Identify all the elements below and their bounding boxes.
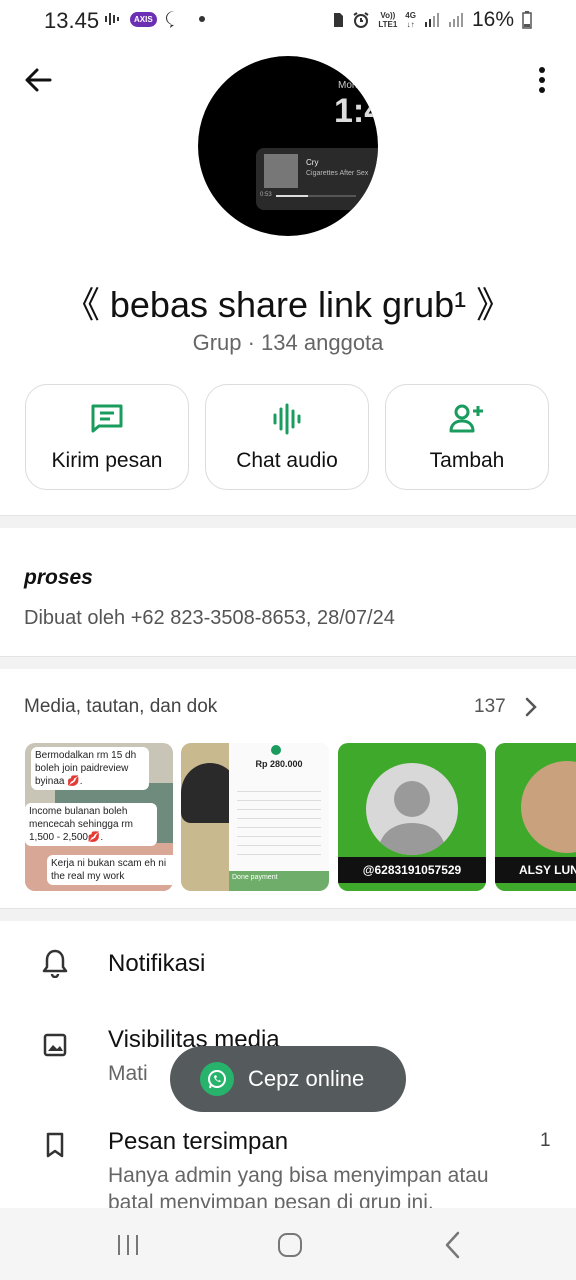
group-avatar[interactable]: Mon 1:4 Cry Cigarettes After Sex 0:53 <box>198 56 378 236</box>
media-visibility-value: Mati <box>108 1062 148 1085</box>
home-button[interactable] <box>270 1228 310 1262</box>
send-message-label: Kirim pesan <box>51 449 163 472</box>
chat-bubble-icon <box>165 11 178 28</box>
saved-messages-count: 1 <box>540 1130 551 1151</box>
sim-icon <box>334 13 344 27</box>
progress-track <box>276 195 356 197</box>
network-4g-label: 4G <box>405 11 416 20</box>
status-notification-icons: AXIS <box>104 10 205 28</box>
thumb-label: ALSY LUN <box>519 863 576 877</box>
section-divider <box>0 656 576 669</box>
status-time: 13.45 <box>44 8 100 33</box>
avatar-song: Cry <box>306 158 319 167</box>
back-nav-icon <box>445 1231 460 1259</box>
system-nav-bar <box>0 1208 576 1280</box>
row-icon-wrap <box>40 948 70 978</box>
media-thumbnail[interactable]: @6283191057529 <box>338 743 486 891</box>
add-member-button[interactable]: Tambah <box>385 384 549 490</box>
row-icon-wrap <box>40 1030 70 1060</box>
recent-apps-icon <box>118 1235 138 1255</box>
media-thumbnail[interactable]: Bermodalkan rm 15 dh boleh join paidrevi… <box>25 743 173 891</box>
thumb-photo <box>521 761 576 853</box>
recent-apps-button[interactable] <box>108 1232 148 1258</box>
thumb-label: @6283191057529 <box>362 863 462 877</box>
progress-fill <box>276 195 308 197</box>
thumb-receipt: Rp 280.000 Done payment <box>229 743 329 891</box>
more-vert-icon <box>539 67 545 93</box>
action-icon-wrap <box>206 403 368 435</box>
bookmark-icon <box>46 1132 64 1158</box>
media-thumbnail[interactable]: Rp 280.000 Done payment <box>181 743 329 891</box>
signal-icon <box>424 13 439 27</box>
volte-label: Vo)) <box>380 11 396 20</box>
notifications-label: Notifikasi <box>108 950 206 977</box>
nav-back-button[interactable] <box>432 1228 472 1262</box>
avatar-artist: Cigarettes After Sex <box>306 170 369 177</box>
avatar-music-card: Cry Cigarettes After Sex 0:53 <box>256 148 378 210</box>
back-button[interactable] <box>18 60 58 100</box>
avatar-lock-time: 1:4 <box>334 92 378 130</box>
home-icon <box>278 1233 302 1257</box>
data-arrows-icon: ↓↑ <box>406 20 415 29</box>
saved-messages-description: Hanya admin yang bisa menyimpan atau bat… <box>108 1164 489 1208</box>
group-name[interactable]: 《 bebas share link grub¹ 》 <box>0 276 576 328</box>
check-icon <box>271 745 281 755</box>
add-person-icon <box>449 404 483 433</box>
message-icon <box>91 404 123 433</box>
whatsapp-icon <box>200 1062 234 1096</box>
media-see-all-button[interactable] <box>524 696 538 723</box>
carrier-badge: AXIS <box>130 11 157 27</box>
chevron-right-icon <box>525 697 537 717</box>
person-icon <box>378 781 446 855</box>
notifications-row[interactable]: Notifikasi <box>0 930 576 1000</box>
avatar-day: Mon <box>338 80 358 91</box>
dot-icon <box>198 16 205 22</box>
group-member-count: Grup · 134 anggota <box>192 330 384 355</box>
audio-chat-label: Chat audio <box>236 449 338 472</box>
network-4g-indicator: 4G ↓↑ <box>405 11 416 29</box>
section-divider <box>0 908 576 921</box>
image-icon <box>43 1033 67 1057</box>
media-section-title[interactable]: Media, tautan, dan dok <box>24 696 217 718</box>
audio-chat-button[interactable]: Chat audio <box>205 384 369 490</box>
status-bar: 13.45 AXIS Vo)) LTE1 4G ↓↑ 16% <box>0 0 576 42</box>
lte-label: LTE1 <box>378 20 398 29</box>
battery-icon <box>522 11 532 29</box>
status-system-icons: Vo)) LTE1 4G ↓↑ 16% <box>332 8 532 32</box>
avatar-placeholder <box>366 763 458 855</box>
section-divider <box>0 515 576 528</box>
add-member-label: Tambah <box>429 449 505 472</box>
send-message-button[interactable]: Kirim pesan <box>25 384 189 490</box>
more-options-button[interactable] <box>522 60 562 100</box>
audio-wave-icon <box>273 403 301 435</box>
action-icon-wrap <box>26 403 188 433</box>
thumb-caption: Kerja ni bukan scam eh ni the real my wo… <box>47 855 173 885</box>
thumb-caption: Bermodalkan rm 15 dh boleh join paidrevi… <box>31 747 149 790</box>
volte-indicator: Vo)) LTE1 <box>378 11 397 29</box>
album-art <box>264 154 298 188</box>
online-toast: Cepz online <box>170 1046 406 1112</box>
toast-text: Cepz online <box>248 1066 365 1091</box>
signal-icon-2 <box>448 13 463 27</box>
whatsapp-glyph <box>208 1070 226 1089</box>
receipt-lines <box>237 783 321 863</box>
thumb-caption: Income bulanan boleh mencecah sehingga r… <box>25 803 157 846</box>
row-icon-wrap <box>40 1130 70 1160</box>
media-thumbnail[interactable]: ALSY LUN <box>495 743 576 891</box>
avatar-elapsed: 0:53 <box>260 192 272 198</box>
alarm-icon <box>353 12 369 28</box>
arrow-left-icon <box>25 68 52 92</box>
saved-messages-label: Pesan tersimpan <box>108 1128 289 1155</box>
battery-percent: 16% <box>471 8 514 31</box>
media-count: 137 <box>474 696 506 717</box>
group-description[interactable]: proses <box>24 566 93 590</box>
voice-wave-icon <box>105 13 119 25</box>
created-by-text: Dibuat oleh +62 823-3508-8653, 28/07/24 <box>24 607 395 629</box>
thumb-amount: Rp 280.000 <box>255 759 303 769</box>
saved-messages-row[interactable]: Pesan tersimpan 1 Hanya admin yang bisa … <box>0 1124 576 1208</box>
action-icon-wrap <box>386 403 548 433</box>
thumb-footer: Done payment <box>229 871 329 891</box>
bell-icon <box>42 949 68 978</box>
